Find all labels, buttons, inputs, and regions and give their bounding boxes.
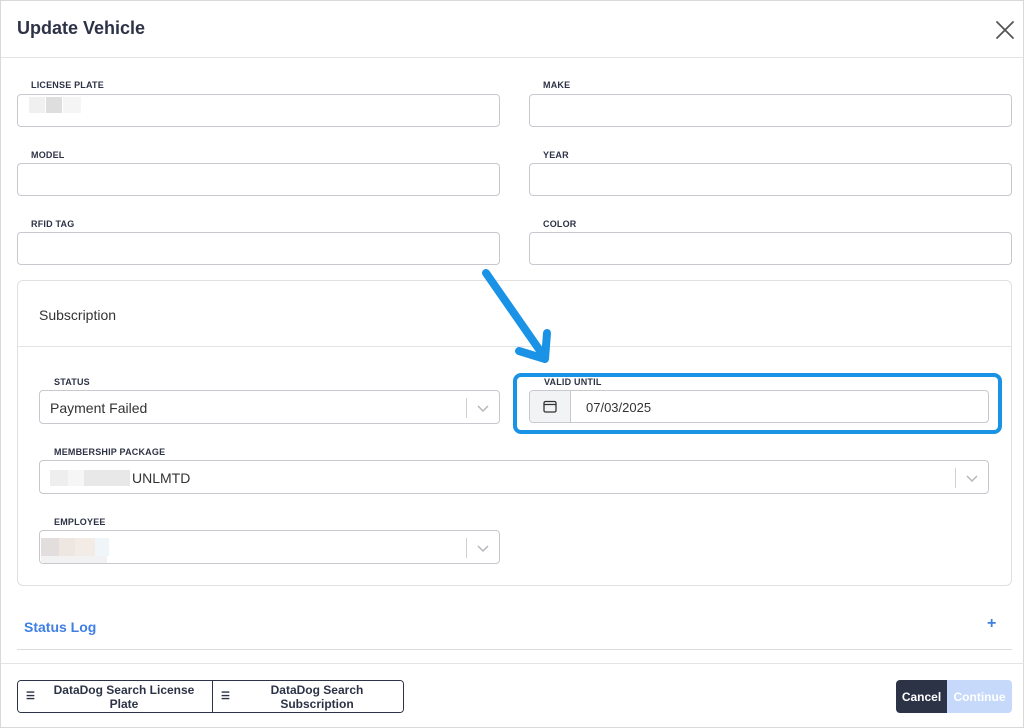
cancel-button[interactable]: Cancel [896, 680, 947, 713]
list-icon: ☰ [26, 691, 35, 702]
redacted-block [68, 470, 84, 486]
annotation-arrow-icon [482, 269, 551, 363]
membership-package-label: MEMBERSHIP PACKAGE [54, 447, 166, 457]
select-separator [955, 468, 956, 488]
chevron-down-icon [477, 545, 489, 553]
redacted-block [63, 97, 81, 113]
make-label: MAKE [543, 80, 571, 90]
modal-header: Update Vehicle [1, 1, 1024, 58]
close-icon[interactable] [994, 19, 1016, 41]
redacted-block [46, 97, 62, 113]
update-vehicle-modal: Update Vehicle LICENSE PLATE MAKE MODEL … [0, 0, 1024, 728]
select-separator [466, 398, 467, 418]
redacted-block [41, 556, 107, 563]
redacted-block [41, 538, 59, 556]
membership-package-value: UNLMTD [132, 470, 191, 486]
datadog-search-subscription-button[interactable]: ☰ DataDog Search Subscription [212, 681, 403, 712]
list-icon: ☰ [221, 691, 230, 702]
color-label: COLOR [543, 219, 577, 229]
datadog-search-license-plate-button[interactable]: ☰ DataDog Search License Plate [18, 681, 212, 712]
redacted-block [29, 97, 45, 113]
model-input[interactable] [17, 163, 500, 196]
employee-select[interactable] [39, 530, 500, 564]
color-input[interactable] [529, 232, 1012, 265]
license-plate-input[interactable] [17, 94, 500, 127]
datadog-button-group: ☰ DataDog Search License Plate ☰ DataDog… [17, 680, 404, 713]
redacted-block [59, 538, 75, 556]
license-plate-label: LICENSE PLATE [31, 80, 104, 90]
status-value: Payment Failed [50, 400, 148, 416]
redacted-block [84, 470, 130, 486]
rfid-tag-input[interactable] [17, 232, 500, 265]
status-label: STATUS [54, 377, 90, 387]
chevron-down-icon [477, 405, 489, 413]
chevron-down-icon [966, 475, 978, 483]
rfid-tag-label: RFID TAG [31, 219, 75, 229]
make-input[interactable] [529, 94, 1012, 127]
select-separator [466, 538, 467, 558]
status-select[interactable]: Payment Failed [39, 390, 500, 424]
year-input[interactable] [529, 163, 1012, 196]
model-label: MODEL [31, 150, 65, 160]
year-label: YEAR [543, 150, 569, 160]
status-log-title[interactable]: Status Log [24, 619, 96, 635]
subscription-title: Subscription [39, 307, 117, 323]
redacted-block [50, 470, 68, 486]
redacted-block [95, 538, 109, 556]
membership-package-select[interactable]: UNLMTD [39, 460, 989, 494]
employee-label: EMPLOYEE [54, 517, 106, 527]
modal-title: Update Vehicle [17, 18, 146, 38]
highlight-box [513, 373, 1002, 434]
redacted-block [75, 538, 95, 556]
expand-plus-icon[interactable]: + [987, 615, 996, 633]
continue-button[interactable]: Continue [947, 680, 1012, 713]
status-log-section[interactable]: Status Log + [17, 606, 1012, 650]
